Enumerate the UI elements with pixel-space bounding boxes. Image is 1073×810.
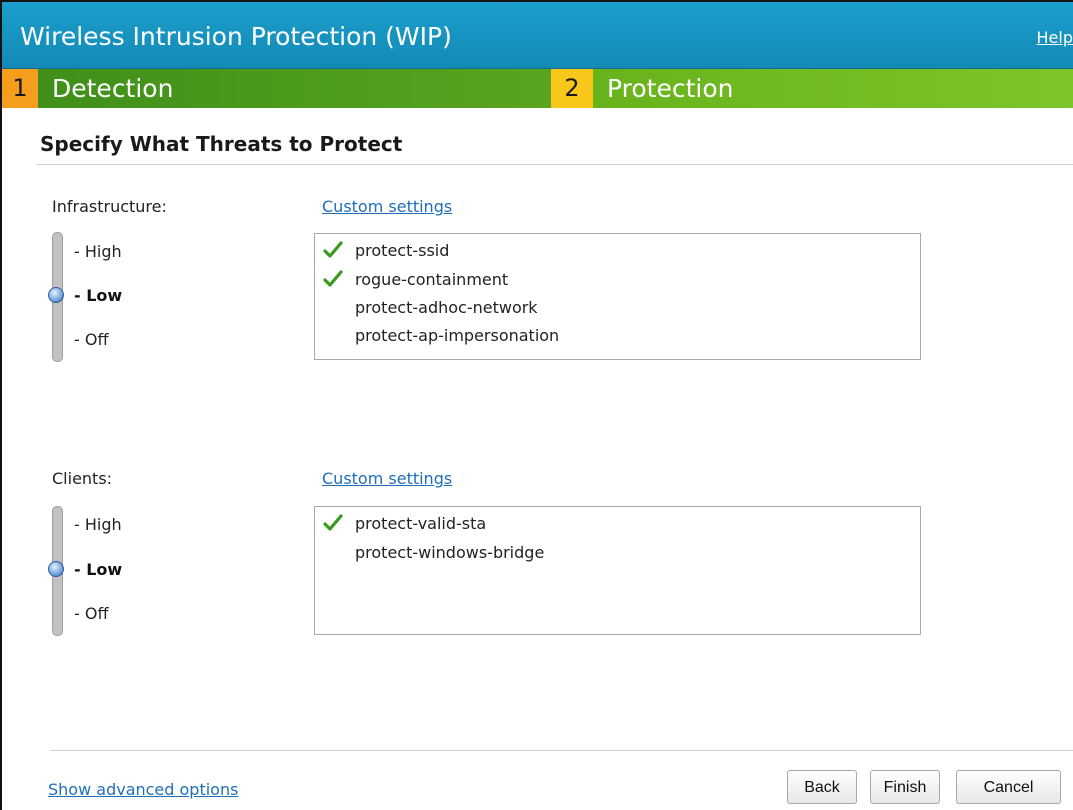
clients-level-low[interactable]: - Low [74,560,122,579]
cancel-button[interactable]: Cancel [956,770,1061,804]
clients-custom-settings-link[interactable]: Custom settings [322,469,452,488]
list-item: protect-ssid [355,241,450,260]
help-link[interactable]: Help [1037,28,1073,47]
check-icon [323,241,343,258]
list-item: protect-valid-sta [355,514,487,533]
clients-label: Clients: [52,469,113,488]
clients-level-high[interactable]: - High [74,515,122,534]
infrastructure-level-low[interactable]: - Low [74,286,122,305]
infrastructure-level-off[interactable]: - Off [74,330,108,349]
infrastructure-label: Infrastructure: [52,197,167,216]
section-title: Specify What Threats to Protect [40,132,403,156]
finish-button[interactable]: Finish [870,770,940,804]
clients-level-off[interactable]: - Off [74,604,108,623]
wizard-steps: 1 Detection 2 Protection [2,69,1073,108]
section-divider [36,164,1073,165]
step-1-number: 1 [2,69,38,108]
wizard-header: Wireless Intrusion Protection (WIP) Help [2,2,1073,69]
show-advanced-options-link[interactable]: Show advanced options [48,780,238,799]
check-icon [323,270,343,287]
list-item: protect-ap-impersonation [355,326,560,345]
step-detection[interactable]: Detection [38,69,551,108]
infrastructure-level-high[interactable]: - High [74,242,122,261]
back-button[interactable]: Back [787,770,857,804]
clients-threat-list: protect-valid-sta protect-windows-bridge [314,506,921,635]
wizard-frame [0,0,1073,810]
wizard-title: Wireless Intrusion Protection (WIP) [20,22,452,51]
step-2-number: 2 [551,69,593,108]
list-item: protect-windows-bridge [355,543,545,562]
footer-divider [50,750,1073,751]
list-item: protect-adhoc-network [355,298,538,317]
clients-slider-knob[interactable] [48,561,64,577]
infrastructure-custom-settings-link[interactable]: Custom settings [322,197,452,216]
infrastructure-threat-list: protect-ssid rogue-containment protect-a… [314,233,921,360]
step-protection[interactable]: Protection [593,69,1073,108]
check-icon [323,514,343,531]
list-item: rogue-containment [355,270,509,289]
infrastructure-slider-knob[interactable] [48,287,64,303]
